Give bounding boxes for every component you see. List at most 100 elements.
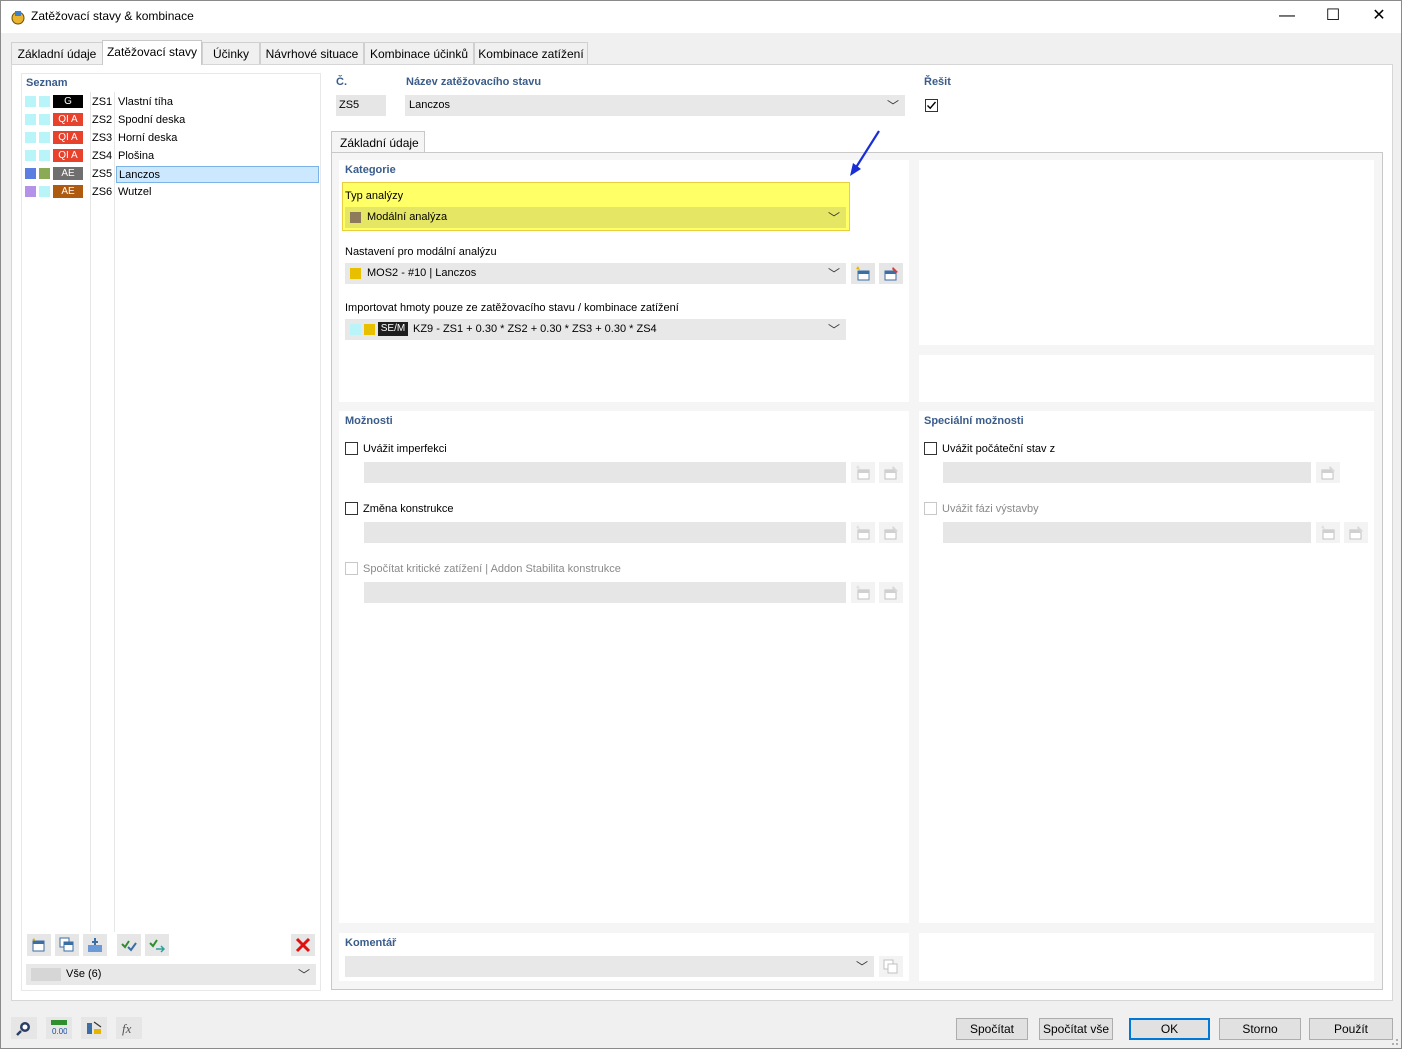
load-case-list-panel: Seznam [21,73,321,991]
new-item-icon [856,525,870,540]
edit-imperfection-button[interactable] [879,462,903,483]
tab-action-combinations[interactable]: Kombinace účinků [364,42,474,64]
list-filter-select[interactable]: Vše (6) ﹀ [26,964,316,985]
edit-icon [884,466,898,480]
load-case-name: Lanczos [116,166,319,183]
edit-modal-settings-button[interactable] [879,263,903,284]
chevron-down-icon: ﹀ [827,323,840,337]
decimal-places-icon: 0.00 [51,1020,67,1036]
calculate-button[interactable]: Spočítat [956,1018,1028,1040]
toggle-check-button[interactable] [145,934,169,956]
calculate-all-button[interactable]: Spočítat vše [1039,1018,1113,1040]
minimize-button[interactable]: — [1264,1,1310,33]
structure-change-select[interactable] [364,522,846,543]
analysis-type-value: Modální analýza [367,211,448,223]
name-label: Název zatěžovacího stavu [406,76,542,88]
edit-initial-state-button[interactable] [1316,462,1340,483]
action-category-badge: QI A [53,113,83,126]
list-item-selected[interactable]: AE ZS5 Lanczos [23,165,319,183]
units-button[interactable]: 0.00 [46,1017,72,1039]
chevron-down-icon: ﹀ [827,211,840,225]
formula-button[interactable]: fx [116,1017,142,1039]
analysis-type-label: Typ analýzy [345,190,404,202]
list-item[interactable]: AE ZS6 Wutzel [23,183,319,201]
tab-load-combinations[interactable]: Kombinace zatížení [474,42,588,64]
initial-state-select[interactable] [943,462,1311,483]
edit-structure-change-button[interactable] [879,522,903,543]
apply-button[interactable]: Použít [1309,1018,1393,1040]
load-case-name: Spodní deska [118,114,186,126]
tab-design-situations[interactable]: Návrhové situace [260,42,364,64]
help-button[interactable] [11,1017,37,1039]
critical-load-checkbox[interactable] [345,562,358,575]
maximize-button[interactable]: ☐ [1310,1,1356,33]
new-construction-stage-button[interactable] [1316,522,1340,543]
tab-load-cases[interactable]: Zatěžovací stavy [102,40,202,65]
number-field[interactable]: ZS5 [336,95,386,116]
solve-checkbox[interactable] [925,99,938,112]
close-button[interactable]: ✕ [1356,1,1402,33]
edit-icon [884,267,898,281]
list-item[interactable]: QI A ZS2 Spodní deska [23,111,319,129]
cancel-button[interactable]: Storno [1219,1018,1301,1040]
insert-load-case-button[interactable] [83,934,107,956]
edit-icon [884,586,898,600]
color-swatch [39,168,50,179]
category-section: Kategorie Typ analýzy Modální analýza ﹀ … [339,160,909,402]
new-item-icon [1321,525,1335,540]
tab-basic-data[interactable]: Základní údaje [11,42,103,64]
comment-input[interactable]: ﹀ [345,956,874,977]
copy-load-case-button[interactable] [55,934,79,956]
title-bar: Zatěžovací stavy & kombinace — ☐ ✕ [1,1,1401,33]
list-item[interactable]: QI A ZS4 Plošina [23,147,319,165]
load-case-name: Vlastní tíha [118,96,174,108]
special-options-section: Speciální možnosti Uvážit počáteční stav… [919,411,1374,923]
import-masses-select[interactable]: SE/M KZ9 - ZS1 + 0.30 * ZS2 + 0.30 * ZS3… [345,319,846,340]
function-icon: fx [122,1021,132,1036]
delete-load-case-button[interactable] [291,934,315,956]
construction-stage-checkbox[interactable] [924,502,937,515]
imperfection-checkbox[interactable] [345,442,358,455]
ok-button[interactable]: OK [1129,1018,1210,1040]
load-case-name-input[interactable]: Lanczos ﹀ [405,95,905,116]
name-panel: Název zatěžovacího stavu Lanczos ﹀ [399,73,909,119]
resize-grip-icon[interactable] [1387,1034,1399,1046]
new-item-icon [32,938,45,952]
edit-construction-stage-button[interactable] [1344,522,1368,543]
toggle-check-icon [149,939,165,953]
number-panel: Č. ZS5 [331,73,389,119]
color-swatch [39,96,50,107]
construction-stage-select[interactable] [943,522,1311,543]
imperfection-select[interactable] [364,462,846,483]
insert-icon [88,938,102,952]
load-case-code: ZS6 [92,186,113,198]
new-critical-load-button[interactable] [851,582,875,603]
tab-actions[interactable]: Účinky [202,42,260,64]
number-label: Č. [336,76,347,88]
structure-change-checkbox[interactable] [345,502,358,515]
color-swatch [25,168,36,179]
new-imperfection-button[interactable] [851,462,875,483]
subtab-basic-data[interactable]: Základní údaje [331,131,425,153]
action-category-badge: QI A [53,149,83,162]
list-item[interactable]: QI A ZS3 Horní deska [23,129,319,147]
analysis-type-select[interactable]: Modální analýza ﹀ [345,207,846,228]
load-case-code: ZS3 [92,132,113,144]
modal-settings-select[interactable]: MOS2 - #10 | Lanczos ﹀ [345,263,846,284]
dialog-window: Zatěžovací stavy & kombinace — ☐ ✕ Zákla… [0,0,1402,1049]
copy-icon [883,959,898,974]
search-help-icon [16,1022,30,1036]
initial-state-checkbox[interactable] [924,442,937,455]
list-item[interactable]: G ZS1 Vlastní tíha [23,93,319,111]
new-structure-change-button[interactable] [851,522,875,543]
display-settings-button[interactable] [81,1017,107,1039]
svg-text:fx: fx [122,1021,132,1036]
edit-critical-load-button[interactable] [879,582,903,603]
annotation-arrow-icon [850,130,880,176]
comment-library-button[interactable] [879,956,903,977]
critical-load-select[interactable] [364,582,846,603]
check-all-button[interactable] [117,934,141,956]
new-load-case-button[interactable] [27,934,51,956]
new-modal-settings-button[interactable] [851,263,875,284]
modal-settings-value: MOS2 - #10 | Lanczos [367,267,477,279]
